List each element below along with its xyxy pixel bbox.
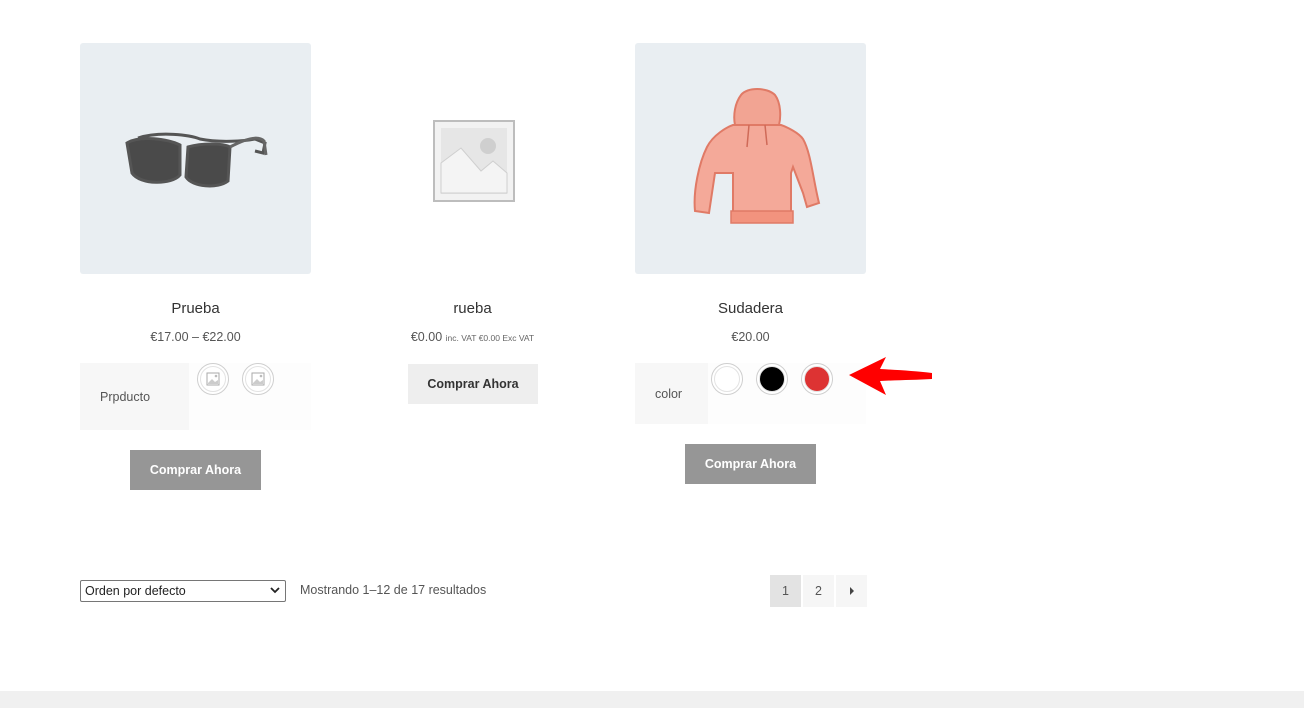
- next-page-button[interactable]: [836, 575, 867, 607]
- image-placeholder-icon: [433, 120, 515, 202]
- buy-now-button[interactable]: Comprar Ahora: [130, 450, 261, 490]
- color-swatch-red[interactable]: [801, 363, 833, 395]
- image-swatch-1[interactable]: [197, 363, 229, 395]
- image-placeholder-icon: [251, 372, 265, 386]
- color-swatches: [708, 363, 866, 424]
- result-count: Mostrando 1–12 de 17 resultados: [300, 583, 487, 597]
- next-page-icon: [849, 587, 854, 595]
- color-swatch-black[interactable]: [756, 363, 788, 395]
- variation-table-sudadera: color: [635, 363, 866, 424]
- hoodie-icon: [693, 88, 821, 224]
- product-title[interactable]: rueba: [357, 299, 588, 319]
- color-swatch-white[interactable]: [711, 363, 743, 395]
- image-placeholder-icon: [206, 372, 220, 386]
- page-1[interactable]: 1: [770, 575, 801, 607]
- attribute-swatches: [189, 363, 311, 430]
- red-arrow-icon: [849, 357, 932, 395]
- swatch-fill: [714, 366, 740, 392]
- sunglasses-icon: [125, 132, 268, 188]
- attribute-label: Prpducto: [80, 363, 189, 430]
- pagination: 1 2: [770, 575, 869, 607]
- product-image-hoodie[interactable]: [635, 43, 866, 274]
- product-card-prueba: Prueba €17.00 – €22.00: [80, 43, 311, 345]
- swatch-fill: [804, 366, 830, 392]
- buy-now-button[interactable]: Comprar Ahora: [408, 364, 538, 404]
- product-card-sudadera: Sudadera €20.00: [635, 43, 866, 345]
- page-2[interactable]: 2: [803, 575, 834, 607]
- buy-now-button[interactable]: Comprar Ahora: [685, 444, 816, 484]
- product-price: €17.00 – €22.00: [150, 330, 241, 344]
- chevron-down-icon: [270, 587, 280, 594]
- sort-select[interactable]: Orden por defecto: [80, 580, 286, 602]
- product-title[interactable]: Sudadera: [635, 299, 866, 319]
- price-vat-suffix: inc. VAT €0.00 Exc VAT: [445, 333, 535, 343]
- sort-selected-value: Orden por defecto: [85, 584, 186, 598]
- variation-table-prueba: Prpducto: [80, 363, 311, 430]
- product-title[interactable]: Prueba: [80, 299, 311, 319]
- product-image-sunglasses[interactable]: [80, 43, 311, 274]
- product-card-rueba: rueba €0.00 inc. VAT €0.00 Exc VAT: [357, 43, 588, 345]
- product-price: €0.00 inc. VAT €0.00 Exc VAT: [357, 329, 588, 345]
- image-swatch-2[interactable]: [242, 363, 274, 395]
- price-amount: €0.00: [410, 330, 443, 344]
- footer: [0, 691, 1304, 708]
- product-image-placeholder[interactable]: [357, 43, 588, 274]
- product-price: €20.00: [731, 330, 770, 344]
- attribute-label: color: [635, 363, 708, 424]
- swatch-fill: [759, 366, 785, 392]
